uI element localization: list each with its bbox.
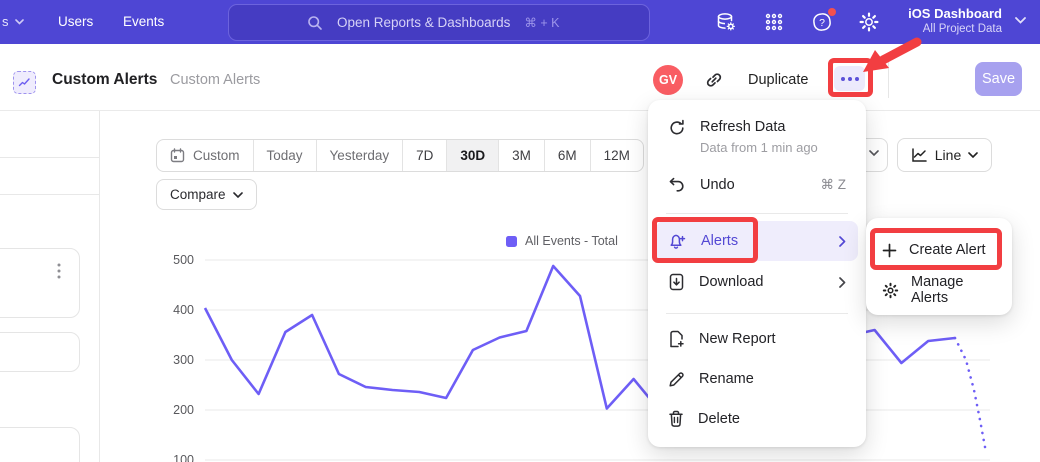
notification-dot [828,8,836,16]
sidebar-card[interactable] [0,248,80,318]
chart-legend: All Events - Total [506,234,618,248]
menu-item-download[interactable]: Download [656,262,858,302]
breadcrumb: Custom Alerts [170,72,260,88]
gear-icon [882,282,899,299]
search-shortcut: ⌘ + K [524,15,559,30]
range-3m[interactable]: 3M [499,140,545,171]
submenu-item-create-alert[interactable]: Create Alert [873,232,1005,268]
range-7d[interactable]: 7D [403,140,447,171]
avatar[interactable]: GV [653,65,683,95]
page-title: Custom Alerts [52,71,157,89]
menu-item-label: Download [699,274,825,290]
line-chart-icon [911,148,928,163]
undo-icon [668,176,686,194]
chevron-down-icon [869,150,879,157]
project-scope: All Project Data [908,22,1002,36]
menu-item-label: Alerts [701,233,825,249]
y-axis-tick: 500 [160,253,194,267]
app-window: 500 400 300 200 100 All Events - Total s… [0,0,1040,462]
header-divider [888,62,889,98]
trash-icon [668,410,684,428]
more-options-menu: Refresh Data Data from 1 min ago Undo ⌘ … [648,100,866,447]
menu-item-undo[interactable]: Undo ⌘ Z [656,165,858,205]
left-sidebar [0,111,100,462]
refresh-icon [668,119,686,137]
legend-label: All Events - Total [525,234,618,248]
menu-item-label: Refresh Data [700,119,785,135]
y-axis-tick: 300 [160,353,194,367]
nav-item-events[interactable]: Events [123,14,164,29]
range-12m[interactable]: 12M [591,140,643,171]
svg-text:?: ? [819,17,825,29]
date-range-control: Custom Today Yesterday 7D 30D 3M 6M 12M [156,139,644,172]
search-placeholder: Open Reports & Dashboards [337,15,510,30]
chevron-right-icon [839,277,846,288]
search-input[interactable]: Open Reports & Dashboards ⌘ + K [228,4,650,41]
nav-item-truncated[interactable]: s [2,14,24,29]
sidebar-divider [0,194,99,195]
top-nav: s Users Events Open Reports & Dashboards… [0,0,1040,44]
range-yesterday[interactable]: Yesterday [317,140,404,171]
report-type-icon [13,71,36,94]
duplicate-button[interactable]: Duplicate [748,72,808,88]
submenu-item-label: Create Alert [909,242,986,258]
menu-shortcut: ⌘ Z [821,177,847,193]
menu-item-label: Rename [699,371,754,387]
bell-plus-icon [668,232,687,250]
help-icon[interactable]: ? [810,10,834,34]
project-selector[interactable]: iOS Dashboard All Project Data [908,6,1002,37]
copy-link-icon[interactable] [703,69,725,91]
menu-item-rename[interactable]: Rename [656,359,858,399]
chevron-down-icon [233,192,243,198]
y-axis-tick: 400 [160,303,194,317]
legend-swatch [506,236,517,247]
calendar-icon [170,148,185,163]
sidebar-card[interactable] [0,427,80,462]
chevron-down-icon[interactable] [1015,17,1026,24]
chevron-down-icon [15,19,24,25]
download-icon [668,273,685,291]
menu-item-label: Delete [698,411,740,427]
range-custom[interactable]: Custom [157,140,254,171]
nav-item-users[interactable]: Users [58,14,93,29]
submenu-item-manage-alerts[interactable]: Manage Alerts [873,272,1005,308]
menu-item-delete[interactable]: Delete [656,399,858,439]
project-name: iOS Dashboard [908,6,1002,22]
kebab-menu-icon[interactable] [52,261,66,281]
y-axis-tick: 100 [160,453,194,462]
sidebar-card[interactable] [0,332,80,372]
plus-icon [882,243,897,258]
compare-button[interactable]: Compare [156,179,257,210]
apps-grid-icon[interactable] [762,10,786,34]
menu-item-sublabel: Data from 1 min ago [700,140,818,155]
range-today[interactable]: Today [254,140,317,171]
y-axis-tick: 200 [160,403,194,417]
new-report-icon [668,330,685,348]
submenu-item-label: Manage Alerts [911,274,996,306]
menu-item-label: New Report [699,331,776,347]
more-options-button[interactable] [834,66,865,91]
range-30d-selected[interactable]: 30D [447,140,499,171]
chevron-right-icon [839,236,846,247]
save-button[interactable]: Save [975,62,1022,96]
menu-divider [666,313,848,314]
pencil-icon [668,371,685,388]
alerts-submenu: Create Alert Manage Alerts [866,218,1012,315]
report-header: Custom Alerts Custom Alerts GV Duplicate [0,44,1040,111]
menu-divider [666,213,848,214]
settings-icon[interactable] [857,10,881,34]
data-management-icon[interactable] [714,10,738,34]
chart-type-button[interactable]: Line [897,138,992,172]
menu-item-new-report[interactable]: New Report [656,319,858,359]
menu-item-alerts[interactable]: Alerts [656,221,858,261]
menu-item-label: Undo [700,177,807,193]
chevron-down-icon [968,152,978,158]
sidebar-divider [0,157,99,158]
menu-item-refresh-data[interactable]: Refresh Data Data from 1 min ago [656,108,858,160]
search-icon [307,15,323,31]
range-6m[interactable]: 6M [545,140,591,171]
